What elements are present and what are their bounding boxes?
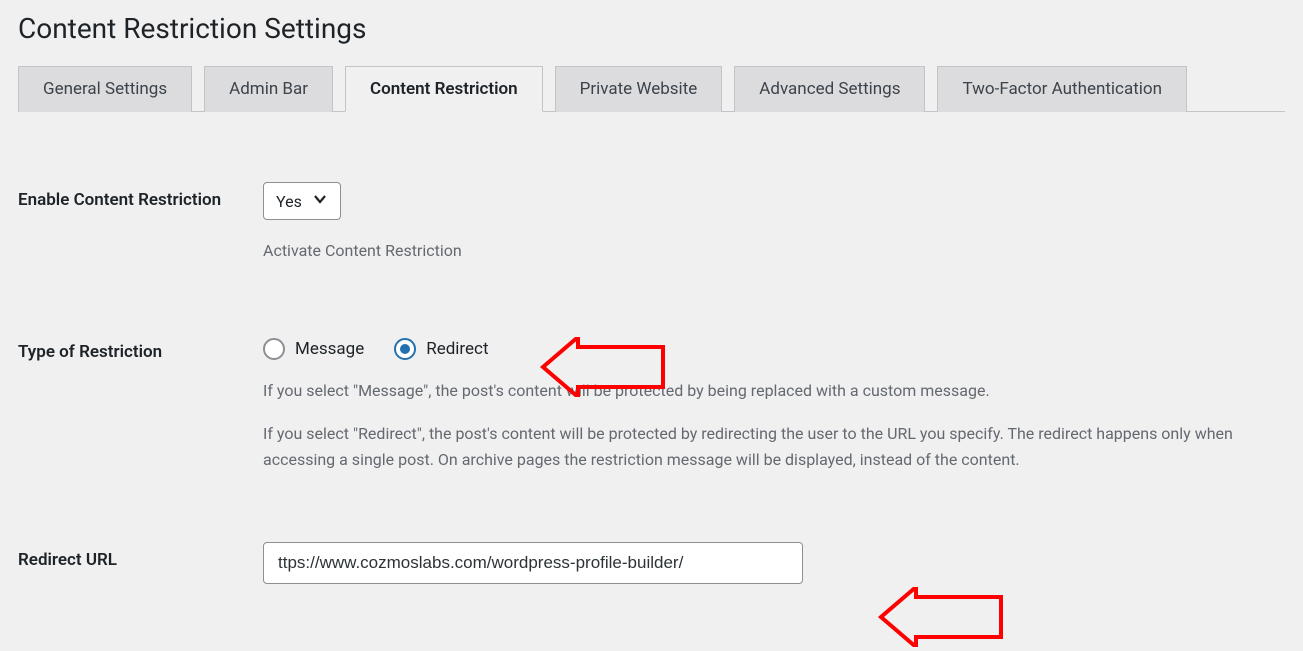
radio-redirect[interactable]	[394, 338, 416, 360]
radio-message[interactable]	[263, 338, 285, 360]
select-enable-restriction[interactable]: Yes	[263, 182, 341, 220]
row-type-restriction: Type of Restriction Message Redirect If …	[18, 334, 1285, 473]
radio-group-type: Message Redirect	[263, 334, 1283, 360]
row-redirect-url: Redirect URL	[18, 542, 1285, 584]
tab-advanced-settings[interactable]: Advanced Settings	[734, 66, 925, 112]
tab-general-settings[interactable]: General Settings	[18, 66, 192, 112]
tab-two-factor-auth[interactable]: Two-Factor Authentication	[937, 66, 1186, 112]
annotation-arrow-icon	[876, 587, 1006, 651]
desc-type-redirect: If you select "Redirect", the post's con…	[263, 421, 1283, 472]
radio-message-label: Message	[295, 339, 364, 359]
row-enable-restriction: Enable Content Restriction Yes Activate …	[18, 182, 1285, 264]
label-type-restriction: Type of Restriction	[18, 334, 263, 362]
tab-admin-bar[interactable]: Admin Bar	[204, 66, 333, 112]
input-redirect-url[interactable]	[263, 542, 803, 584]
select-enable-value: Yes	[276, 192, 302, 211]
desc-type-message: If you select "Message", the post's cont…	[263, 378, 1283, 404]
tab-content-restriction[interactable]: Content Restriction	[345, 66, 543, 112]
label-enable-restriction: Enable Content Restriction	[18, 182, 263, 210]
radio-redirect-label: Redirect	[426, 339, 488, 359]
tab-private-website[interactable]: Private Website	[555, 66, 723, 112]
label-redirect-url: Redirect URL	[18, 542, 263, 570]
page-title: Content Restriction Settings	[18, 12, 1285, 45]
desc-enable-restriction: Activate Content Restriction	[263, 238, 1283, 264]
chevron-down-icon	[312, 191, 328, 211]
tabs-nav: General Settings Admin Bar Content Restr…	[18, 65, 1285, 112]
